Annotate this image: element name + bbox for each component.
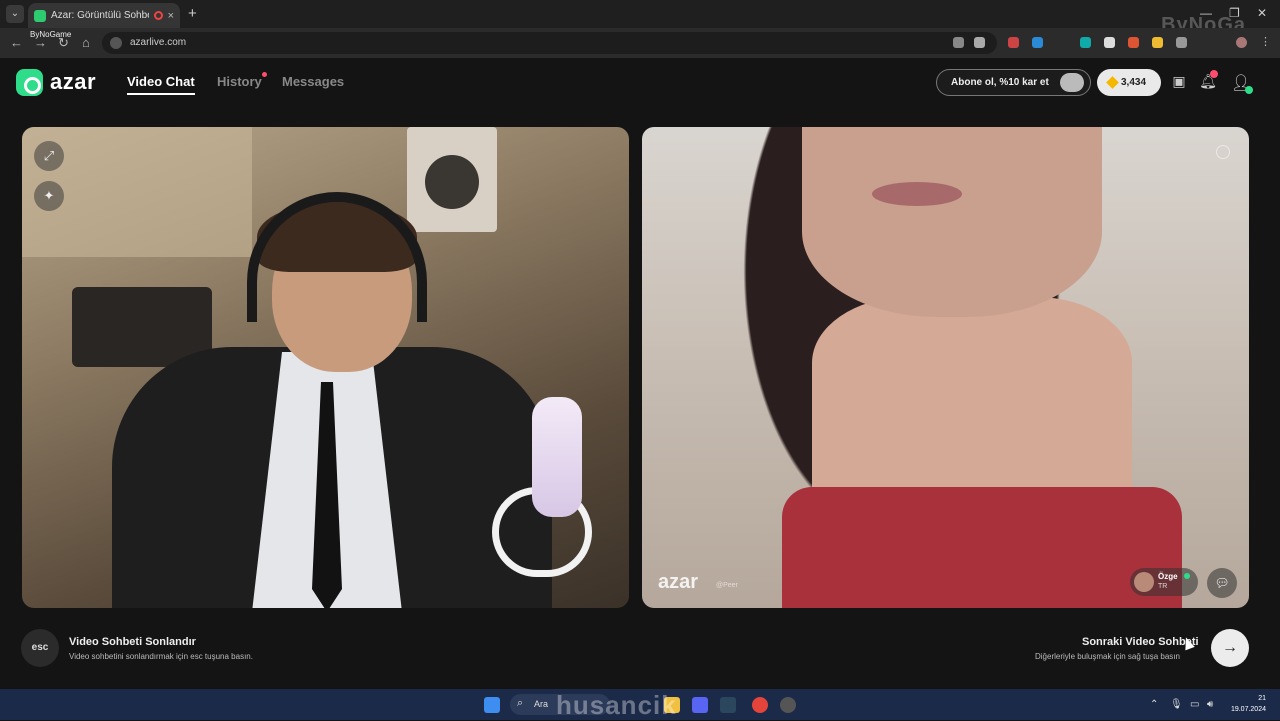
azar-header: azar Video Chat History Messages Abone o… (0, 58, 1280, 108)
recording-icon (153, 11, 163, 20)
bookmark-star-icon[interactable] (974, 37, 985, 48)
person-headphones (247, 192, 427, 322)
end-chat-subtitle: Video sohbetini sonlandırmak için esc tu… (69, 652, 253, 661)
peer-face (802, 127, 1102, 317)
discord-icon[interactable] (692, 697, 708, 713)
peer-country: TR (1158, 583, 1168, 590)
subscribe-button[interactable]: Abone ol, %10 kar et (936, 69, 1091, 96)
volume-icon[interactable]: 🔊︎ (1207, 699, 1213, 710)
tab-close-icon[interactable]: × (168, 10, 174, 22)
browser-menu-icon[interactable]: ⋮ (1260, 35, 1271, 48)
windows-start-icon[interactable] (484, 697, 500, 713)
notification-badge: 1 (1210, 70, 1218, 78)
azar-favicon-icon (34, 9, 46, 22)
avatar (1134, 572, 1154, 592)
url-text: azarlive.com (130, 37, 187, 48)
coin-balance: 3,434 (1121, 77, 1147, 88)
system-clock[interactable]: 21 19.07.2024 (1226, 693, 1266, 715)
extensions-puzzle-icon[interactable] (1176, 37, 1187, 48)
app-icon[interactable] (780, 697, 796, 713)
azar-logo-icon[interactable] (16, 69, 43, 96)
new-tab-button[interactable]: + (188, 5, 197, 22)
coin-balance-button[interactable]: 3,434 (1097, 69, 1161, 96)
peer-neck (812, 297, 1132, 517)
peer-lips (872, 182, 962, 206)
gem-icon (1106, 76, 1119, 89)
steam-icon[interactable] (720, 697, 736, 713)
azar-watermark-sub: @Peer (716, 582, 738, 589)
extension-icon[interactable] (1032, 37, 1043, 48)
magic-wand-icon[interactable]: ✦ (34, 181, 64, 211)
microphone-icon[interactable]: 🎙︎ (1170, 699, 1183, 710)
overlay-label: ByNoGame (30, 30, 72, 39)
expand-icon[interactable]: ⤢ (34, 141, 64, 171)
browser-address-bar: ← → ↻ ⌂ azarlive.com ⋮ (0, 28, 1280, 58)
microphone (532, 397, 582, 517)
nav-history[interactable]: History (217, 74, 262, 89)
peer-top (782, 487, 1182, 608)
nav-messages[interactable]: Messages (282, 74, 344, 89)
clock-time: 21 (1258, 695, 1266, 702)
next-chat-subtitle: Diğerleriyle buluşmak için sağ tuşa bası… (1035, 652, 1180, 661)
home-icon[interactable]: ⌂ (82, 35, 90, 50)
history-new-dot (262, 72, 267, 77)
browser-tab-azar[interactable]: Azar: Görüntülü Sohbet & × (28, 3, 180, 28)
report-icon[interactable] (1216, 145, 1230, 159)
end-chat-button[interactable]: esc (21, 629, 59, 667)
tab-list-button[interactable]: ⌄ (6, 5, 24, 23)
window-close-icon[interactable]: ✕ (1257, 6, 1267, 20)
extension-icon[interactable] (1128, 37, 1139, 48)
online-dot (1184, 573, 1190, 579)
next-chat-button[interactable]: → (1211, 629, 1249, 667)
subscribe-label: Abone ol, %10 kar et (951, 77, 1049, 88)
browser-profile-icon[interactable] (1236, 37, 1247, 48)
taskbar-search-text: Ara (534, 699, 549, 709)
tab-title: Azar: Görüntülü Sohbet & (51, 10, 149, 21)
azar-logo-text[interactable]: azar (50, 69, 96, 95)
site-info-icon[interactable] (110, 37, 122, 49)
back-icon[interactable]: ← (10, 35, 23, 50)
extension-icon[interactable] (1152, 37, 1163, 48)
tray-chevron-icon[interactable]: ⌃ (1150, 699, 1158, 710)
browser-tab-bar: ⌄ Azar: Görüntülü Sohbet & × + — ❐ ✕ ByN… (0, 0, 1280, 36)
extension-icon[interactable] (1104, 37, 1115, 48)
extension-icon[interactable] (1080, 37, 1091, 48)
online-status-dot (1245, 86, 1253, 94)
chrome-icon[interactable] (752, 697, 768, 713)
background-speaker (407, 127, 497, 232)
chat-bubble-icon[interactable]: 💬︎ (1207, 568, 1237, 598)
network-icon[interactable]: ▭ (1190, 699, 1199, 710)
end-chat-title: Video Sohbeti Sonlandır (69, 636, 196, 648)
azar-watermark: azar (658, 571, 699, 593)
taskbar-watermark: husancik (556, 690, 677, 720)
peer-profile-pill[interactable]: Özge TR (1130, 568, 1198, 596)
peer-video-panel: azar @Peer Özge TR 💬︎ (642, 127, 1249, 608)
nav-video-chat[interactable]: Video Chat (127, 74, 195, 95)
peer-name: Özge (1158, 572, 1178, 581)
search-icon: ⌕ (517, 697, 524, 709)
store-icon[interactable]: ▣ (1170, 73, 1188, 91)
cast-icon[interactable] (953, 37, 964, 48)
cloud-icon (1060, 73, 1084, 92)
extension-icon[interactable] (1008, 37, 1019, 48)
self-video-panel: ⤢ ✦ (22, 127, 629, 608)
url-input[interactable]: azarlive.com (102, 32, 997, 54)
clock-date: 19.07.2024 (1230, 706, 1266, 713)
